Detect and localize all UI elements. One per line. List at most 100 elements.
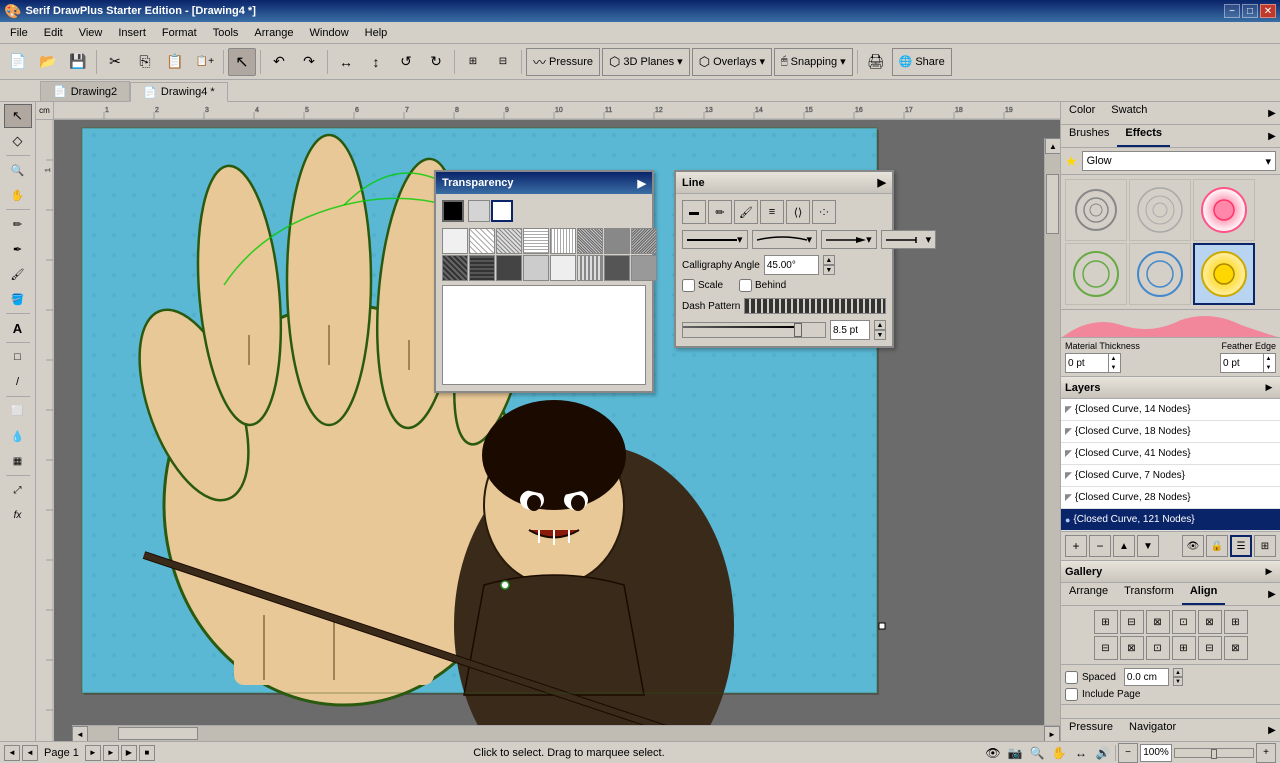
snapping-button[interactable]: 🖱 Snapping ▾ xyxy=(774,48,853,76)
material-up[interactable]: ▲ xyxy=(1108,354,1118,363)
spaced-up[interactable]: ▲ xyxy=(1173,668,1183,677)
menu-arrange[interactable]: Arrange xyxy=(246,25,301,41)
line-weight-spinner[interactable]: ▲ ▼ xyxy=(874,320,886,340)
zoom-level-display[interactable]: 100% xyxy=(1140,744,1172,762)
material-down[interactable]: ▼ xyxy=(1108,363,1118,372)
layers-menu[interactable]: ▶ xyxy=(1262,381,1276,395)
swatch-7[interactable] xyxy=(631,228,657,254)
tab-swatch[interactable]: Swatch xyxy=(1103,102,1155,124)
menu-insert[interactable]: Insert xyxy=(110,25,154,41)
line-solid-btn[interactable]: ▬ xyxy=(682,200,706,224)
distrib-center-v-btn[interactable]: ⊟ xyxy=(1198,636,1222,660)
effect-item-6[interactable] xyxy=(1193,243,1255,305)
layer-lock-btn[interactable]: 🔒 xyxy=(1206,535,1228,557)
line-weight-down[interactable]: ▼ xyxy=(874,330,886,340)
close-button[interactable]: ✕ xyxy=(1260,4,1276,18)
layer-move-up-btn[interactable]: ▲ xyxy=(1113,535,1135,557)
gallery-menu[interactable]: ▶ xyxy=(1262,565,1276,579)
glow-dropdown[interactable]: Glow ▾ xyxy=(1082,151,1276,171)
swatch-11[interactable] xyxy=(523,255,549,281)
layer-add-btn[interactable]: + xyxy=(1065,535,1087,557)
menu-help[interactable]: Help xyxy=(357,25,396,41)
swatch-4[interactable] xyxy=(550,228,576,254)
include-page-checkbox[interactable] xyxy=(1065,688,1078,701)
feather-down[interactable]: ▼ xyxy=(1263,363,1273,372)
swatch-5[interactable] xyxy=(577,228,603,254)
effect-item-2[interactable] xyxy=(1129,179,1191,241)
node-tool[interactable]: ◇ xyxy=(4,129,32,153)
swatch-0[interactable] xyxy=(442,228,468,254)
line-texture-btn[interactable]: ≡ xyxy=(760,200,784,224)
tab-navigator[interactable]: Navigator xyxy=(1121,719,1184,741)
zoom-slider-thumb[interactable] xyxy=(1211,749,1217,759)
menu-edit[interactable]: Edit xyxy=(36,25,71,41)
zoom-in-btn[interactable]: + xyxy=(1256,743,1276,763)
share-button[interactable]: 🌐 Share xyxy=(892,48,952,76)
effect-item-1[interactable] xyxy=(1065,179,1127,241)
next-page-btn[interactable]: ► xyxy=(85,745,101,761)
tab-align[interactable]: Align xyxy=(1182,583,1226,605)
planes-button[interactable]: ⬡ 3D Planes ▾ xyxy=(602,48,690,76)
line-spray-btn[interactable]: ·:· xyxy=(812,200,836,224)
hscroll-track[interactable] xyxy=(88,726,1044,741)
line-title-bar[interactable]: Line ▶ xyxy=(676,172,892,194)
layer-item-5[interactable]: ◤ {Closed Curve, 28 Nodes} xyxy=(1061,487,1280,509)
line-calligraphy-btn[interactable]: ⟨⟩ xyxy=(786,200,810,224)
align-center-v-btn[interactable]: ⊠ xyxy=(1198,610,1222,634)
group-button[interactable]: ⊞ xyxy=(459,48,487,76)
fill-tool[interactable]: 🪣 xyxy=(4,287,32,311)
layer-move-down-btn[interactable]: ▼ xyxy=(1137,535,1159,557)
pencil-tool[interactable]: ✏ xyxy=(4,212,32,236)
gradient-tool[interactable]: ▦ xyxy=(4,449,32,473)
swatch-1[interactable] xyxy=(469,228,495,254)
line-pencil-btn[interactable]: ✏ xyxy=(708,200,732,224)
stop-btn[interactable]: ■ xyxy=(139,745,155,761)
hscroll-left-btn[interactable]: ◄ xyxy=(72,726,88,741)
distrib-top-btn[interactable]: ⊞ xyxy=(1172,636,1196,660)
transparency-title-bar[interactable]: Transparency ▶ xyxy=(436,172,652,194)
tab-color[interactable]: Color xyxy=(1061,102,1103,124)
behind-checkbox-label[interactable]: Behind xyxy=(739,279,786,292)
transparency-black-swatch[interactable] xyxy=(442,200,464,222)
swatch-14[interactable] xyxy=(604,255,630,281)
align-right-btn[interactable]: ⊠ xyxy=(1146,610,1170,634)
transparency-expand-icon[interactable]: ▶ xyxy=(638,177,646,190)
swatch-13[interactable] xyxy=(577,255,603,281)
calligraphy-down[interactable]: ▼ xyxy=(823,265,835,275)
line-weight-thumb[interactable] xyxy=(794,323,802,337)
distrib-bottom-btn[interactable]: ⊠ xyxy=(1224,636,1248,660)
material-spinner[interactable]: ▲ ▼ xyxy=(1108,354,1118,372)
swatch-2[interactable] xyxy=(496,228,522,254)
bottom-panel-menu[interactable]: ▶ xyxy=(1264,719,1280,741)
zoom-slider[interactable] xyxy=(1174,748,1254,758)
vscroll-up-btn[interactable]: ▲ xyxy=(1045,138,1060,154)
line-weight-slider[interactable] xyxy=(682,322,826,338)
paste-special-button[interactable]: 📋+ xyxy=(191,48,219,76)
layer-eye-btn[interactable]: 👁 xyxy=(1182,535,1204,557)
open-button[interactable]: 📂 xyxy=(34,48,62,76)
flip-v-button[interactable]: ↕ xyxy=(362,48,390,76)
distrib-right-btn[interactable]: ⊡ xyxy=(1146,636,1170,660)
last-page-btn[interactable]: ► xyxy=(103,745,119,761)
text-tool[interactable]: A xyxy=(4,316,32,340)
line-weight-input[interactable] xyxy=(830,320,870,340)
material-input-group[interactable]: 0 pt ▲ ▼ xyxy=(1065,353,1121,373)
layer-merge-btn[interactable]: ⊞ xyxy=(1254,535,1276,557)
menu-file[interactable]: File xyxy=(2,25,36,41)
line-style-dropdown[interactable]: ▾ xyxy=(682,230,748,249)
menu-format[interactable]: Format xyxy=(154,25,205,41)
layer-item-1[interactable]: ◤ {Closed Curve, 14 Nodes} xyxy=(1061,399,1280,421)
swatch-6[interactable] xyxy=(604,228,630,254)
tab-drawing4[interactable]: 📄 Drawing4 * xyxy=(130,82,228,102)
paste-button[interactable]: 📋 xyxy=(161,48,189,76)
zoom-tool[interactable]: 🔍 xyxy=(4,158,32,182)
align-bottom-btn[interactable]: ⊞ xyxy=(1224,610,1248,634)
swatch-9[interactable] xyxy=(469,255,495,281)
scale-checkbox[interactable] xyxy=(682,279,695,292)
vscroll-track[interactable] xyxy=(1045,154,1060,725)
rotate-cw-button[interactable]: ↻ xyxy=(422,48,450,76)
fx-tool[interactable]: fx xyxy=(4,503,32,527)
hscroll-right-btn[interactable]: ► xyxy=(1044,726,1060,741)
color-panel-menu[interactable]: ▶ xyxy=(1264,102,1280,124)
undo-button[interactable]: ↶ xyxy=(265,48,293,76)
